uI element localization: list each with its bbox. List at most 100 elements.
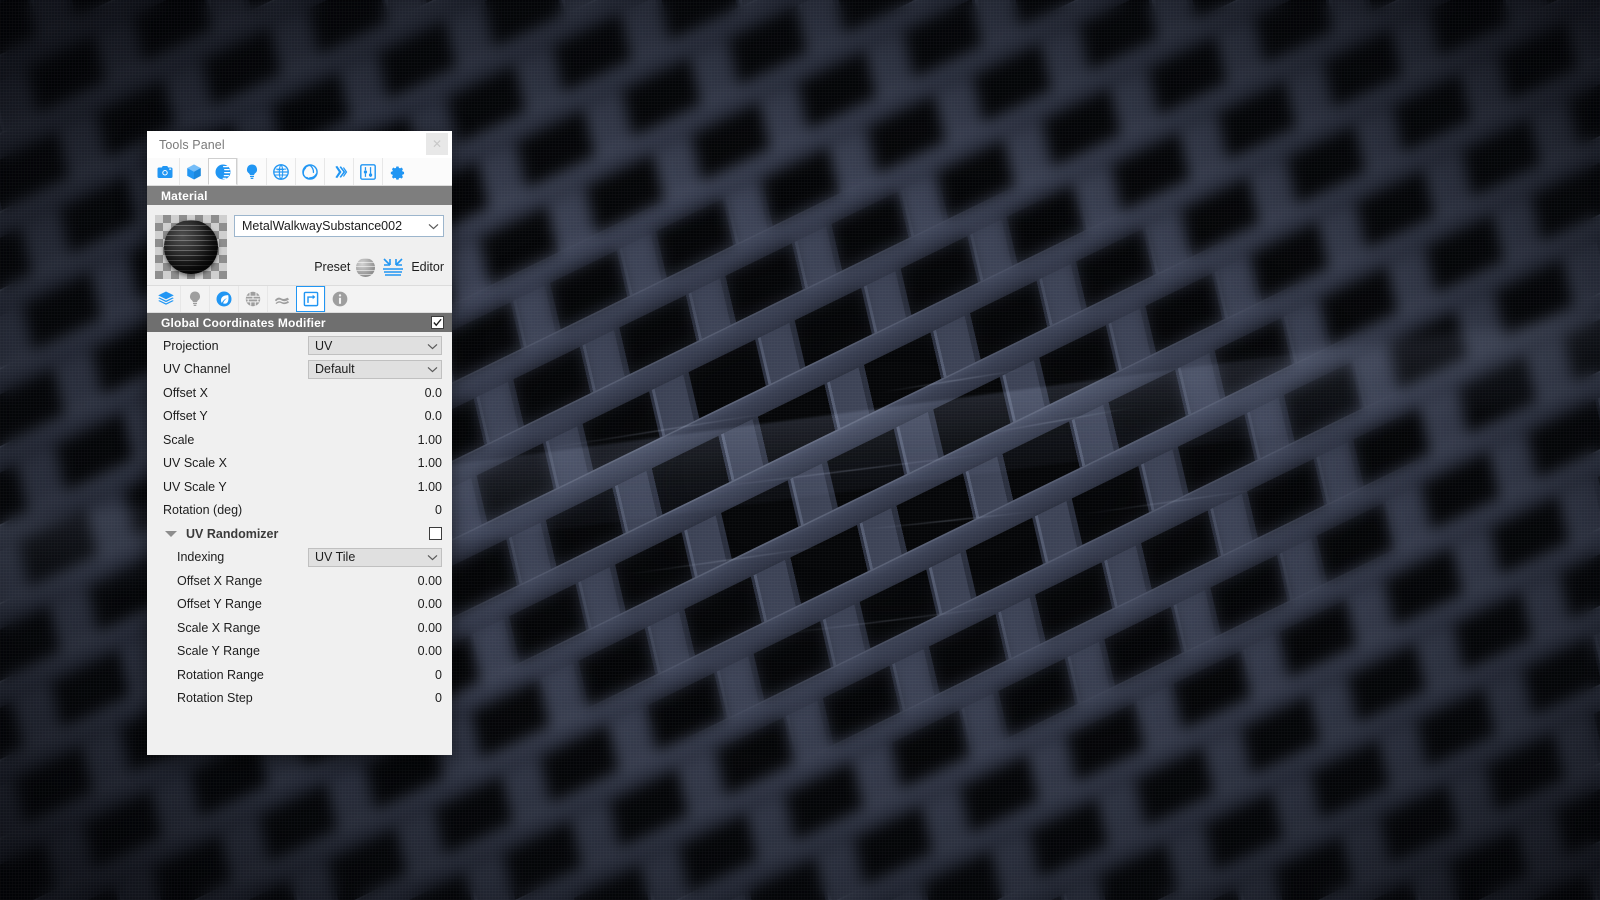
preset-editor-row: Preset Editor: [234, 257, 444, 277]
close-icon[interactable]: ✕: [426, 133, 448, 155]
property-label: UV Channel: [163, 362, 231, 377]
editor-label: Editor: [411, 260, 444, 274]
transform-icon: [302, 290, 320, 308]
property-row: Rotation (deg) 0: [147, 499, 452, 523]
material-sphere-icon: [214, 163, 232, 181]
material-tab-info[interactable]: [325, 286, 354, 312]
property-dropdown-value: UV: [315, 338, 333, 353]
preset-sphere-icon[interactable]: [356, 257, 376, 277]
layers-icon: [157, 290, 175, 308]
property-value[interactable]: 0.00: [418, 644, 442, 658]
light-bulb-icon: [243, 163, 261, 181]
property-label: Rotation (deg): [163, 503, 243, 518]
material-tab-waves[interactable]: [267, 286, 296, 312]
material-controls: MetalWalkwaySubstance002 Preset Editor: [227, 215, 444, 279]
material-tab-brick[interactable]: [238, 286, 267, 312]
property-value[interactable]: 0.0: [425, 409, 442, 423]
toolbar-button-environment[interactable]: [266, 158, 295, 185]
waves-icon: [273, 290, 291, 308]
secondary-toolbar[interactable]: [147, 285, 452, 313]
chevron-down-icon: [428, 219, 439, 233]
material-tab-transform[interactable]: [296, 286, 325, 312]
property-label: UV Scale X: [163, 456, 227, 471]
property-dropdown[interactable]: Default: [308, 359, 442, 379]
modifier-section-header: Global Coordinates Modifier: [147, 313, 452, 332]
property-label: Offset Y Range: [177, 597, 262, 612]
gear-icon: [388, 163, 406, 181]
chevron-down-icon: [427, 339, 438, 353]
material-select-value: MetalWalkwaySubstance002: [242, 219, 403, 233]
property-label: Projection: [163, 338, 219, 353]
toolbar-button-aperture[interactable]: [295, 158, 324, 185]
property-value[interactable]: 0.00: [418, 597, 442, 611]
panel-title: Tools Panel: [159, 137, 225, 152]
property-label: Scale: [163, 432, 195, 447]
panel-titlebar[interactable]: Tools Panel ✕: [147, 131, 452, 158]
material-preview-thumbnail[interactable]: [155, 215, 227, 279]
material-section-header: Material: [147, 186, 452, 205]
property-label: Rotation Range: [177, 667, 264, 682]
property-value[interactable]: 1.00: [418, 456, 442, 470]
property-row: Scale Y Range 0.00: [147, 640, 452, 664]
uv-randomizer-group-header[interactable]: UV Randomizer: [147, 522, 452, 546]
property-label: Rotation Step: [177, 691, 253, 706]
property-value[interactable]: 0: [435, 503, 442, 517]
toolbar-button-light-bulb[interactable]: [237, 158, 266, 185]
brick-icon: [244, 290, 262, 308]
property-row: Offset Y 0.0: [147, 405, 452, 429]
toolbar-button-gear[interactable]: [382, 158, 411, 185]
property-row: Rotation Step 0: [147, 687, 452, 711]
property-dropdown[interactable]: UV Tile: [308, 547, 442, 567]
toolbar-button-material-sphere[interactable]: [208, 158, 237, 185]
property-label: Offset X Range: [177, 573, 263, 588]
modifier-enable-checkbox[interactable]: [431, 316, 444, 329]
material-tab-light-bulb[interactable]: [180, 286, 209, 312]
property-label: Offset Y: [163, 409, 208, 424]
material-tab-layers[interactable]: [151, 286, 180, 312]
camera-icon: [156, 163, 174, 181]
chevron-down-icon: [427, 550, 438, 564]
property-value[interactable]: 0.0: [425, 386, 442, 400]
info-icon: [331, 290, 349, 308]
property-value[interactable]: 0.00: [418, 621, 442, 635]
property-row: Projection UV: [147, 334, 452, 358]
sliders-icon: [359, 163, 377, 181]
uv-randomizer-checkbox[interactable]: [429, 527, 442, 541]
material-header-label: Material: [161, 188, 208, 203]
property-label: Scale Y Range: [177, 644, 260, 659]
toolbar-button-effects[interactable]: [324, 158, 353, 185]
leaf-icon: [215, 290, 233, 308]
material-tab-leaf[interactable]: [209, 286, 238, 312]
property-row: Offset Y Range 0.00: [147, 593, 452, 617]
property-row: Rotation Range 0: [147, 663, 452, 687]
triangle-down-icon[interactable]: [165, 530, 177, 537]
cube-icon: [185, 163, 203, 181]
effects-icon: [330, 163, 348, 181]
property-value[interactable]: 0: [435, 691, 442, 705]
property-row: Indexing UV Tile: [147, 546, 452, 570]
property-dropdown[interactable]: UV: [308, 336, 442, 356]
material-select[interactable]: MetalWalkwaySubstance002: [234, 215, 444, 237]
property-row: Scale 1.00: [147, 428, 452, 452]
preset-label: Preset: [314, 260, 351, 274]
property-label: Offset X: [163, 385, 208, 400]
primary-toolbar[interactable]: [147, 158, 452, 186]
property-row: Offset X 0.0: [147, 381, 452, 405]
aperture-icon: [301, 163, 319, 181]
toolbar-button-sliders[interactable]: [353, 158, 382, 185]
modifier-header-label: Global Coordinates Modifier: [161, 315, 326, 330]
property-value[interactable]: 0: [435, 668, 442, 682]
material-preview-sphere: [164, 220, 218, 274]
toolbar-button-cube[interactable]: [179, 158, 208, 185]
property-value[interactable]: 1.00: [418, 480, 442, 494]
editor-icon[interactable]: [381, 257, 405, 277]
property-value[interactable]: 0.00: [418, 574, 442, 588]
check-icon: [433, 318, 442, 327]
property-row: Scale X Range 0.00: [147, 616, 452, 640]
property-value[interactable]: 1.00: [418, 433, 442, 447]
property-label: Indexing: [177, 550, 225, 565]
property-dropdown-value: Default: [315, 362, 355, 377]
toolbar-button-camera[interactable]: [150, 158, 179, 185]
tools-panel[interactable]: Tools Panel ✕ Material MetalWalkwaySubst…: [147, 131, 452, 755]
material-block: MetalWalkwaySubstance002 Preset Editor: [147, 205, 452, 285]
